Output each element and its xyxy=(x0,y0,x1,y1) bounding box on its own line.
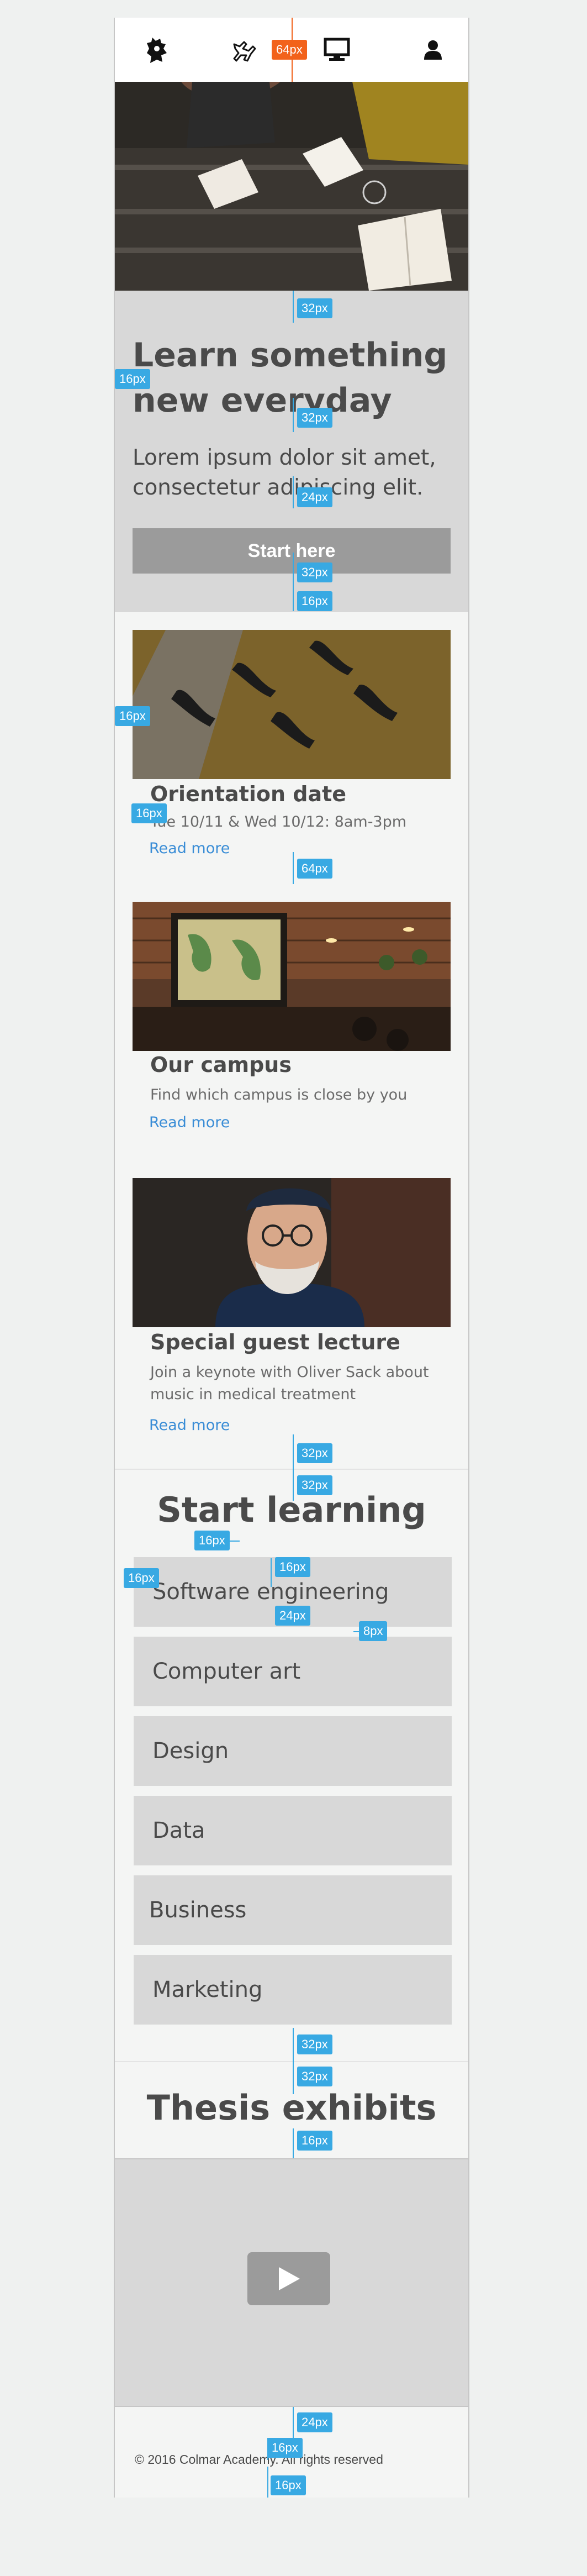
annotation-badge: 32px xyxy=(297,562,332,582)
annotation-badge: 64px xyxy=(297,859,332,879)
hero-title: Learn something new everyday xyxy=(133,336,448,420)
campus-title: Our campus xyxy=(150,1053,292,1077)
annotation-line xyxy=(293,852,294,884)
user-icon[interactable] xyxy=(423,40,443,61)
page-container: Learn something new everyday Lorem ipsum… xyxy=(114,18,469,2498)
annotation-badge: 32px xyxy=(297,2067,332,2086)
guest-lecture-title: Special guest lecture xyxy=(150,1330,400,1354)
orientation-text: Tue 10/11 & Wed 10/12: 8am-3pm xyxy=(150,813,407,830)
annotation-line xyxy=(293,398,294,432)
annotation-badge: 32px xyxy=(297,298,332,318)
annotation-badge: 32px xyxy=(297,1443,332,1463)
thesis-exhibits-title: Thesis exhibits xyxy=(146,2088,437,2128)
annotation-line xyxy=(293,2028,294,2094)
course-design[interactable]: Design xyxy=(134,1716,452,1786)
section-divider xyxy=(115,2061,468,2062)
orientation-image xyxy=(133,630,451,779)
annotation-line xyxy=(267,2467,268,2498)
course-business[interactable]: Business xyxy=(134,1875,452,1945)
guest-lecture-text: Join a keynote with Oliver Sack about mu… xyxy=(150,1364,429,1403)
campus-read-more-link[interactable]: Read more xyxy=(149,1113,230,1133)
annotation-badge: 16px xyxy=(131,803,167,823)
course-computer-art[interactable]: Computer art xyxy=(134,1637,452,1706)
annotation-line xyxy=(293,2407,294,2440)
footer-copyright: © 2016 Colmar Academy. All rights reserv… xyxy=(135,2452,383,2467)
annotation-badge: 32px xyxy=(297,2034,332,2054)
start-learning-title: Start learning xyxy=(157,1490,426,1530)
campus-image xyxy=(133,902,451,1051)
annotation-badge: 16px xyxy=(297,2131,332,2151)
flying-woman-icon[interactable] xyxy=(232,39,256,63)
annotation-badge: 24px xyxy=(297,487,332,507)
annotation-line xyxy=(293,1434,294,1501)
annotation-badge: 16px xyxy=(194,1531,230,1550)
annotation-badge: 16px xyxy=(115,706,150,726)
course-marketing[interactable]: Marketing xyxy=(134,1955,452,2025)
annotation-line xyxy=(293,476,294,508)
course-data[interactable]: Data xyxy=(134,1796,452,1865)
hero-image xyxy=(115,82,468,291)
video-player[interactable] xyxy=(115,2158,468,2407)
annotation-badge: 8px xyxy=(359,1621,388,1641)
annotation-line xyxy=(271,1558,272,1587)
annotation-badge: 16px xyxy=(124,1568,159,1588)
annotation-badge: 16px xyxy=(271,2475,306,2495)
annotation-badge: 16px xyxy=(275,1557,310,1577)
annotation-badge: 16px xyxy=(267,2438,303,2458)
play-icon[interactable] xyxy=(247,2252,330,2305)
academy-crest-icon[interactable] xyxy=(144,36,169,64)
annotation-badge: 32px xyxy=(297,1475,332,1495)
annotation-badge: 24px xyxy=(297,2412,332,2432)
annotation-badge: 24px xyxy=(275,1606,310,1626)
campus-text: Find which campus is close by you xyxy=(150,1086,408,1103)
start-here-button[interactable]: Start here xyxy=(133,528,451,574)
annotation-badge: 16px xyxy=(297,591,332,611)
orientation-read-more-link[interactable]: Read more xyxy=(149,839,230,859)
hero-panel: Learn something new everyday Lorem ipsum… xyxy=(115,291,468,612)
annotation-badge: 64px xyxy=(272,40,307,60)
annotation-line xyxy=(293,2128,294,2158)
annotation-badge: 16px xyxy=(115,369,150,389)
annotation-line xyxy=(293,291,294,323)
annotation-line xyxy=(293,553,294,611)
annotation-badge: 32px xyxy=(297,408,332,428)
guest-lecture-read-more-link[interactable]: Read more xyxy=(149,1416,230,1436)
section-divider xyxy=(115,1469,468,1470)
orientation-title: Orientation date xyxy=(150,782,347,806)
guest-lecture-image xyxy=(133,1178,451,1327)
desktop-monitor-icon[interactable] xyxy=(324,38,350,62)
hero-subtitle: Lorem ipsum dolor sit amet, consectetur … xyxy=(133,445,436,500)
